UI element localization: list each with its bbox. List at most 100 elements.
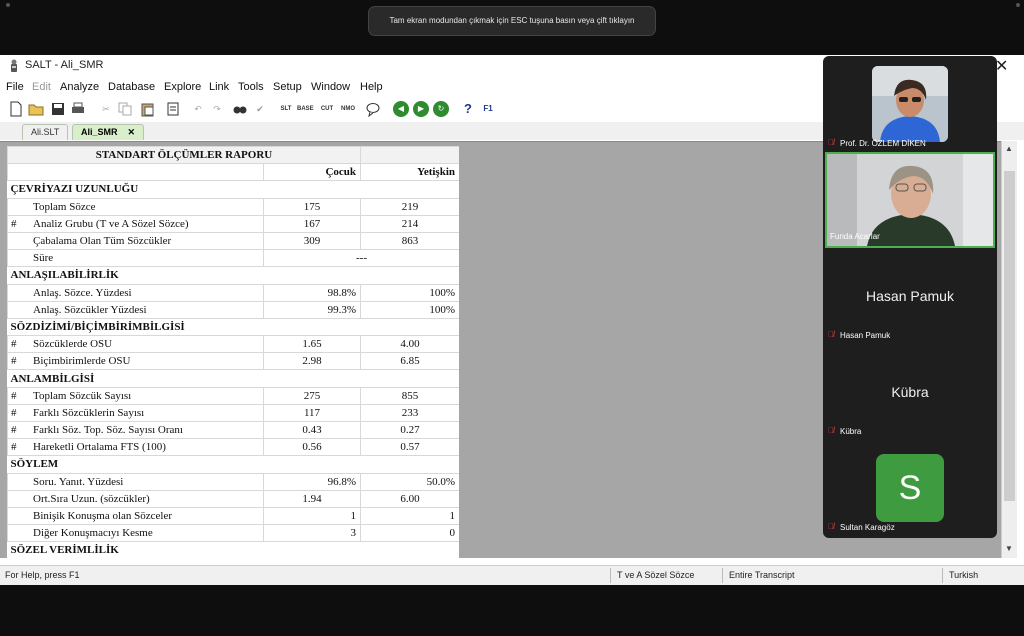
scroll-up-arrow-icon[interactable]: ▲ — [1005, 144, 1013, 153]
muted-mic-icon: 🎙̸ — [828, 522, 834, 531]
section-heading: SÖZEL VERİMLİLİK — [7, 541, 459, 559]
adult-value: 50.0% — [360, 472, 459, 491]
window-close-button[interactable]: ✕ — [995, 56, 1008, 76]
report-title-row: STANDART ÖLÇÜMLER RAPORU — [7, 146, 459, 165]
forward-icon[interactable]: ▶ — [413, 101, 429, 117]
menu-edit[interactable]: Edit — [32, 81, 51, 93]
header-blank — [7, 163, 264, 182]
participant-video-funda[interactable]: Funda Acarlar — [825, 152, 995, 248]
report-row: Diğer Konuşmacıyı Kesme 3 0 — [7, 524, 459, 543]
participant-photo — [872, 66, 948, 142]
menu-analyze[interactable]: Analyze — [60, 81, 99, 93]
vertical-scrollbar[interactable]: ▲ ▼ — [1001, 141, 1017, 558]
menu-help[interactable]: Help — [360, 81, 383, 93]
print-icon[interactable] — [70, 101, 86, 117]
refresh-icon[interactable]: ↻ — [433, 101, 449, 117]
copy-icon[interactable] — [117, 101, 133, 117]
window-title: SALT - Ali_SMR — [25, 59, 104, 71]
section-heading: ANLAŞILABİLİRLİK — [7, 266, 459, 285]
menu-file[interactable]: File — [6, 81, 24, 93]
child-value: 98.8% — [262, 283, 362, 302]
corner-dot — [1016, 3, 1020, 7]
adult-value: 4.00 — [360, 335, 459, 354]
metric-flag: # — [11, 424, 17, 437]
adult-value: 0.57 — [360, 438, 459, 457]
participant-name-large: Hasan Pamuk — [866, 288, 954, 304]
f1-help-icon[interactable]: F1 — [480, 101, 496, 117]
status-divider — [610, 568, 611, 583]
check-icon[interactable]: ✔ — [252, 101, 268, 117]
new-file-icon[interactable] — [8, 101, 24, 117]
back-icon[interactable]: ◀ — [393, 101, 409, 117]
report-row: # Hareketli Ortalama FTS (100) 0.56 0.57 — [7, 438, 459, 457]
status-divider — [942, 568, 943, 583]
report-row: Anlaş. Sözcükler Yüzdesi 99.3% 100% — [7, 300, 459, 319]
adult-value: 0 — [360, 524, 459, 543]
scrollbar-thumb[interactable] — [1004, 171, 1015, 501]
save-icon[interactable] — [50, 101, 66, 117]
metric-cell: Anlaş. Sözce. Yüzdesi — [7, 283, 264, 302]
report-section-row: SÖZDİZİMİ/BİÇİMBİRİMBİLGİSİ — [7, 317, 459, 337]
scroll-down-arrow-icon[interactable]: ▼ — [1005, 544, 1013, 553]
tab-ali-slt[interactable]: Ali.SLT — [22, 124, 69, 140]
report-row: # Analiz Grubu (T ve A Sözel Sözce) 167 214 — [7, 214, 459, 233]
report-section-row: ÇEVRİYAZI UZUNLUĞU — [7, 180, 459, 199]
metric-label: Soru. Yanıt. Yüzdesi — [33, 475, 124, 488]
metric-label: Anlaş. Sözce. Yüzdesi — [33, 286, 132, 299]
nmo-icon[interactable]: NMO — [340, 101, 356, 117]
child-value: 0.56 — [262, 438, 362, 457]
doc-icon[interactable] — [165, 101, 181, 117]
metric-cell: Soru. Yanıt. Yüzdesi — [7, 472, 264, 491]
menu-tools[interactable]: Tools — [238, 81, 264, 93]
cut-text-icon[interactable]: CUT — [319, 101, 335, 117]
adult-value: 100% — [360, 300, 459, 319]
child-value: 1.94 — [262, 489, 362, 508]
fullscreen-toast: Tam ekran modundan çıkmak için ESC tuşun… — [368, 6, 656, 36]
tab-close-icon[interactable]: ✕ — [128, 127, 136, 137]
section-heading: ÇEVRİYAZI UZUNLUĞU — [7, 180, 459, 199]
paste-icon[interactable] — [140, 101, 156, 117]
menu-setup[interactable]: Setup — [273, 81, 302, 93]
report-title: STANDART ÖLÇÜMLER RAPORU — [7, 146, 362, 165]
participant-name: Prof. Dr. ÖZLEM DİKEN — [840, 139, 926, 148]
metric-label: Farklı Söz. Top. Söz. Sayısı Oranı — [33, 424, 183, 437]
report-row: Süre --- — [7, 249, 459, 268]
metric-cell: Ort.Sıra Uzun. (sözcükler) — [7, 489, 264, 508]
child-value: 167 — [262, 214, 362, 233]
metric-cell: # Farklı Söz. Top. Söz. Sayısı Oranı — [7, 420, 264, 440]
help-icon[interactable]: ? — [460, 101, 476, 117]
menu-window[interactable]: Window — [311, 81, 350, 93]
participant-video-ozlem[interactable] — [872, 66, 948, 142]
redo-icon[interactable]: ↷ — [209, 101, 225, 117]
standard-measures-report: STANDART ÖLÇÜMLER RAPORU Çocuk Yetişkin … — [7, 146, 459, 559]
slt-icon[interactable]: SLT — [278, 101, 294, 117]
tab-ali-smr[interactable]: Ali_SMR ✕ — [72, 124, 145, 140]
child-value: 1 — [262, 506, 362, 526]
metric-label: Anlaş. Sözcükler Yüzdesi — [33, 303, 147, 316]
corner-dot — [6, 3, 10, 7]
adult-value: 6.00 — [360, 489, 459, 508]
child-value: 2.98 — [262, 352, 362, 371]
menu-link[interactable]: Link — [209, 81, 229, 93]
child-value: 175 — [262, 197, 362, 216]
open-folder-icon[interactable] — [28, 101, 44, 117]
adult-value: 0.27 — [360, 420, 459, 440]
report-row: Ort.Sıra Uzun. (sözcükler) 1.94 6.00 — [7, 489, 459, 508]
find-icon[interactable] — [232, 101, 248, 117]
salt-app-icon — [11, 59, 17, 72]
metric-label: Farklı Sözcüklerin Sayısı — [33, 406, 145, 419]
report-row: # Toplam Sözcük Sayısı 275 855 — [7, 386, 459, 405]
tab-label: Ali.SLT — [31, 127, 60, 137]
tab-label: Ali_SMR — [81, 127, 118, 137]
metric-cell: Diğer Konuşmacıyı Kesme — [7, 524, 264, 543]
menu-database[interactable]: Database — [108, 81, 155, 93]
report-row: # Biçimbirimlerde OSU 2.98 6.85 — [7, 352, 459, 371]
menu-explore[interactable]: Explore — [164, 81, 201, 93]
base-icon[interactable]: BASE — [297, 101, 314, 117]
cut-icon[interactable]: ✂ — [98, 101, 114, 117]
metric-value: --- — [262, 249, 459, 268]
participant-name: Sultan Karagöz — [840, 523, 895, 532]
speech-icon[interactable] — [366, 101, 382, 118]
undo-icon[interactable]: ↶ — [190, 101, 206, 117]
participant-avatar-sultan[interactable]: S — [876, 454, 944, 522]
